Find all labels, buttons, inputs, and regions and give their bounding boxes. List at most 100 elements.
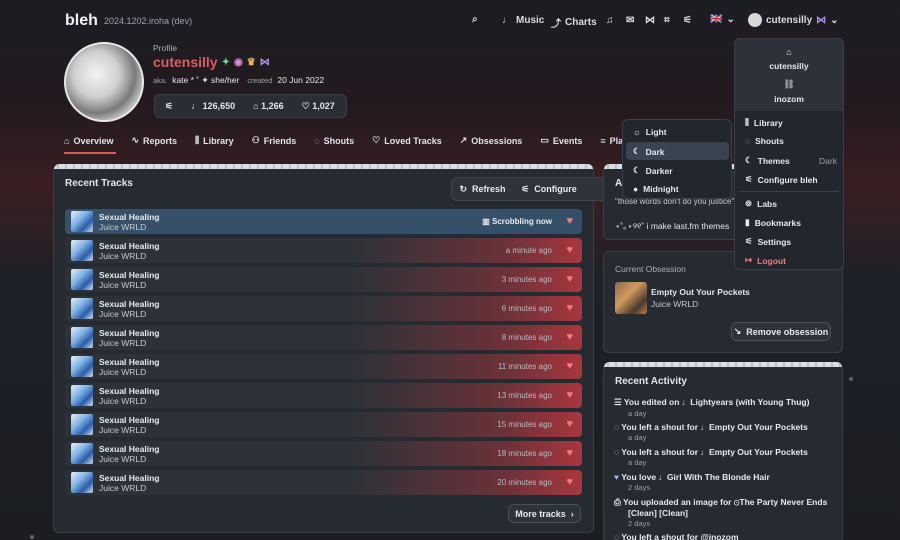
charts-link[interactable]: ⤴ Charts <box>551 15 597 30</box>
menu-labs[interactable]: ⊚ Labs <box>745 198 777 209</box>
album-cover[interactable] <box>71 327 93 348</box>
love-heart-icon[interactable]: ♥ <box>566 215 573 227</box>
inbox-icon[interactable]: ✉ <box>626 15 634 26</box>
search-icon[interactable]: ⌕ <box>472 14 478 25</box>
sliders-icon[interactable]: ⚟ <box>165 101 173 112</box>
tab-events[interactable]: ▭ Events <box>540 133 591 146</box>
track-name[interactable]: Sexual Healing <box>99 328 159 338</box>
track-name[interactable]: Sexual Healing <box>99 444 159 454</box>
love-heart-icon[interactable]: ♥ <box>566 244 573 256</box>
activity-item[interactable]: ☰ You edited on ♩Lightyears (with Young … <box>614 397 809 418</box>
more-tracks-button[interactable]: More tracks › <box>508 504 581 523</box>
tab-friends[interactable]: ⚇ Friends <box>252 133 306 146</box>
theme-option-light[interactable]: ☼ Light <box>633 127 667 137</box>
activity-item[interactable]: ⎙ You uploaded an image for ⊙The Party N… <box>614 497 834 528</box>
track-name[interactable]: Sexual Healing <box>99 241 159 251</box>
love-heart-icon[interactable]: ♥ <box>566 331 573 343</box>
track-row[interactable]: Sexual Healing Juice WRLD 8 minutes ago ♥ <box>65 325 582 350</box>
track-name[interactable]: Sexual Healing <box>99 212 159 222</box>
activity-item[interactable]: ◌ You left a shout for ♩Empty Out Your P… <box>614 447 808 467</box>
track-row[interactable]: Sexual Healing Juice WRLD 18 minutes ago ♥ <box>65 441 582 466</box>
theme-option-dark[interactable]: ☾ Dark <box>633 146 665 157</box>
account-cutensilly[interactable]: cutensilly <box>735 61 843 71</box>
track-artist[interactable]: Juice WRLD <box>99 338 146 348</box>
track-artist[interactable]: Juice WRLD <box>99 251 146 261</box>
tab-loved-tracks[interactable]: ♡ Loved Tracks <box>372 133 451 146</box>
album-cover[interactable] <box>71 414 93 435</box>
album-cover[interactable] <box>71 443 93 464</box>
sliders-icon[interactable]: ⚟ <box>683 15 692 26</box>
love-heart-icon[interactable]: ♥ <box>566 273 573 285</box>
tab-obsessions[interactable]: ↗ Obsessions <box>460 133 532 146</box>
activity-item[interactable]: ♥ You love ♩Girl With The Blonde Hair 2 d… <box>614 472 770 492</box>
activity-item[interactable]: ◌ You left a shout for @inozom <box>614 532 739 540</box>
album-cover[interactable] <box>71 211 93 232</box>
bow-icon[interactable]: ⋈ <box>645 15 655 26</box>
menu-bookmarks[interactable]: ▮ Bookmarks <box>745 217 801 228</box>
track-row[interactable]: Sexual Healing Juice WRLD 13 minutes ago ♥ <box>65 383 582 408</box>
album-cover[interactable] <box>71 269 93 290</box>
track-name[interactable]: Sexual Healing <box>99 473 159 483</box>
theme-option-midnight[interactable]: ● Midnight <box>633 184 679 194</box>
track-row[interactable]: Sexual Healing Juice WRLD 20 minutes ago ♥ <box>65 470 582 495</box>
album-cover[interactable] <box>71 472 93 493</box>
notifications-icon[interactable]: ♫ <box>606 15 614 26</box>
obsession-track[interactable]: Empty Out Your Pockets <box>651 287 750 297</box>
track-name[interactable]: Sexual Healing <box>99 357 159 367</box>
track-row[interactable]: Sexual Healing Juice WRLD a minute ago ♥ <box>65 238 582 263</box>
album-cover[interactable] <box>71 385 93 406</box>
tab-reports[interactable]: ∿ Reports <box>131 133 186 146</box>
track-artist[interactable]: Juice WRLD <box>99 367 146 377</box>
activity-item[interactable]: ◌ You left a shout for ♩Empty Out Your P… <box>614 422 808 442</box>
obsession-artist[interactable]: Juice WRLD <box>651 299 698 309</box>
track-name[interactable]: Sexual Healing <box>99 386 159 396</box>
profile-avatar[interactable] <box>64 42 144 122</box>
configure-button[interactable]: ⚟ Configure <box>515 180 583 198</box>
track-artist[interactable]: Juice WRLD <box>99 280 146 290</box>
menu-configure-bleh[interactable]: ⚟ Configure bleh <box>745 174 818 185</box>
account-inozom[interactable]: inozom <box>735 94 843 104</box>
app-logo[interactable]: bleh <box>65 12 98 30</box>
loved-stat[interactable]: ♡ 1,027 <box>302 101 335 112</box>
track-row[interactable]: Sexual Healing Juice WRLD ▥ Scrobbling now… <box>65 209 582 234</box>
track-artist[interactable]: Juice WRLD <box>99 222 146 232</box>
menu-shouts[interactable]: ◌ Shouts <box>745 136 784 146</box>
track-artist[interactable]: Juice WRLD <box>99 425 146 435</box>
tab-library[interactable]: ⫼ Library <box>195 133 243 146</box>
theme-option-darker[interactable]: ☾ Darker <box>633 165 673 176</box>
track-artist[interactable]: Juice WRLD <box>99 454 146 464</box>
scrobbles-stat[interactable]: ♩ 126,650 <box>191 101 235 111</box>
love-heart-icon[interactable]: ♥ <box>566 418 573 430</box>
user-menu-toggle[interactable]: cutensilly ⋈ ⌄ <box>748 13 839 27</box>
track-artist[interactable]: Juice WRLD <box>99 309 146 319</box>
crop-icon[interactable]: ⌗ <box>664 15 670 26</box>
tab-shouts[interactable]: ◌ Shouts <box>314 133 363 146</box>
track-row[interactable]: Sexual Healing Juice WRLD 3 minutes ago ♥ <box>65 267 582 292</box>
album-cover[interactable] <box>71 240 93 261</box>
album-cover[interactable] <box>71 356 93 377</box>
track-name[interactable]: Sexual Healing <box>99 415 159 425</box>
menu-themes[interactable]: ☾ Themes Dark <box>745 155 837 166</box>
love-heart-icon[interactable]: ♥ <box>566 302 573 314</box>
track-row[interactable]: Sexual Healing Juice WRLD 11 minutes ago ♥ <box>65 354 582 379</box>
love-heart-icon[interactable]: ♥ <box>566 447 573 459</box>
love-heart-icon[interactable]: ♥ <box>566 360 573 372</box>
track-artist[interactable]: Juice WRLD <box>99 483 146 493</box>
track-row[interactable]: Sexual Healing Juice WRLD 6 minutes ago ♥ <box>65 296 582 321</box>
obsession-cover[interactable] <box>615 282 647 314</box>
love-heart-icon[interactable]: ♥ <box>566 476 573 488</box>
menu-settings[interactable]: ⚟ Settings <box>745 236 791 247</box>
love-heart-icon[interactable]: ♥ <box>566 389 573 401</box>
album-cover[interactable] <box>71 298 93 319</box>
music-link[interactable]: ♩ Music <box>502 15 544 26</box>
track-artist[interactable]: Juice WRLD <box>99 396 146 406</box>
menu-logout[interactable]: ↦ Logout <box>745 255 786 266</box>
artists-stat[interactable]: ⌂ 1,266 <box>253 101 283 111</box>
refresh-button[interactable]: ↻ Refresh <box>454 180 511 198</box>
menu-library[interactable]: ⫼ Library <box>745 117 783 128</box>
track-name[interactable]: Sexual Healing <box>99 299 159 309</box>
track-row[interactable]: Sexual Healing Juice WRLD 15 minutes ago ♥ <box>65 412 582 437</box>
language-selector[interactable]: 🇬🇧 ⌄ <box>710 14 735 25</box>
remove-obsession-button[interactable]: ↘ Remove obsession <box>731 322 831 341</box>
track-name[interactable]: Sexual Healing <box>99 270 159 280</box>
